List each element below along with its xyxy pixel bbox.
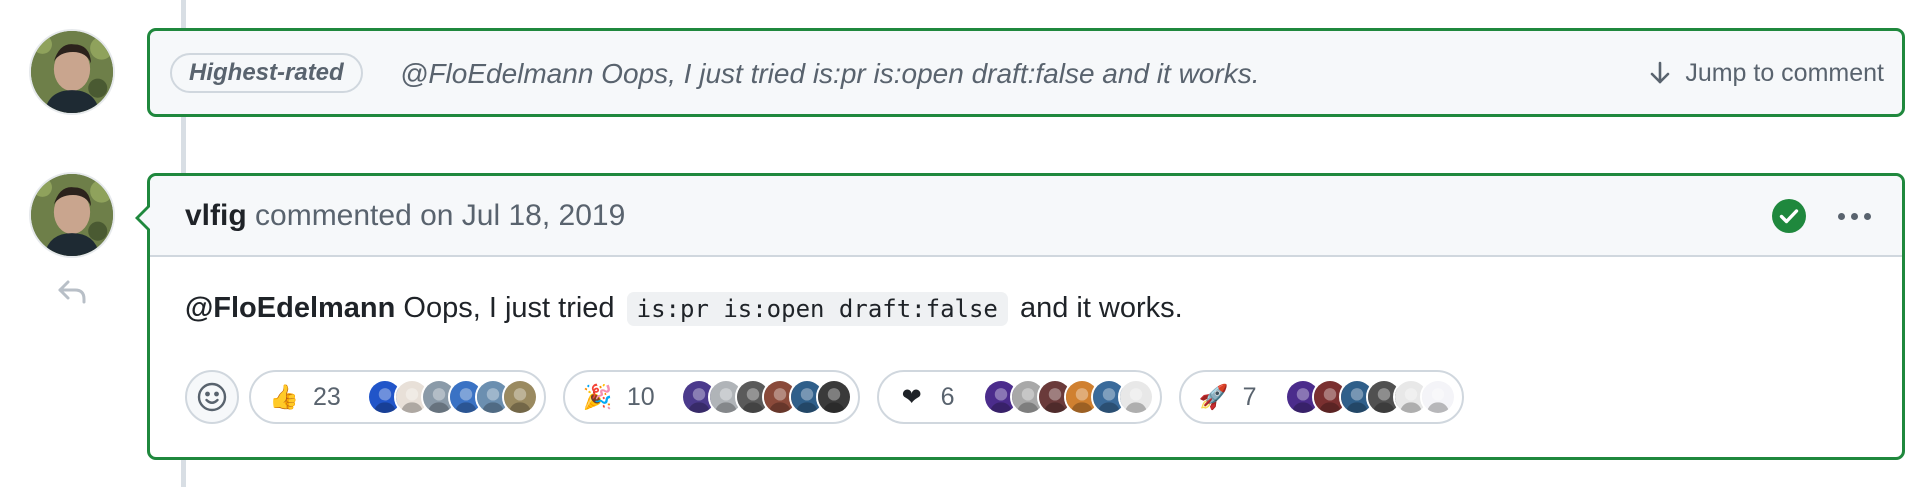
reaction-thumbs-up-button[interactable]: 👍 23 — [249, 370, 546, 424]
comment-header: vlfig commented on Jul 18, 2019 — [150, 176, 1902, 257]
user-mention-link[interactable]: @FloEdelmann — [185, 292, 395, 324]
reaction-hooray-button[interactable]: 🎉 10 — [562, 370, 860, 424]
hooray-emoji-icon: 🎉 — [582, 383, 613, 411]
reactor-avatars — [366, 379, 538, 415]
reactor-avatars — [982, 379, 1154, 415]
answer-check-icon — [1771, 198, 1807, 234]
reactions-bar: 👍 23 🎉 10 ❤ 6 🚀 7 — [185, 369, 1481, 425]
comment-author-link[interactable]: vlfig — [185, 199, 247, 232]
comment-preview: @FloEdelmann Oops, I just tried is:pr is… — [400, 58, 1260, 89]
reactor-avatar[interactable] — [501, 379, 538, 415]
heart-emoji-icon: ❤ — [901, 383, 922, 411]
kebab-dot — [1850, 212, 1858, 220]
reaction-heart-button[interactable]: ❤ 6 — [876, 370, 1162, 424]
highest-rated-banner[interactable]: Highest-rated @FloEdelmann Oops, I just … — [147, 28, 1905, 117]
reaction-count: 6 — [940, 382, 955, 411]
reactor-avatar[interactable] — [1117, 379, 1154, 415]
comment-box: vlfig commented on Jul 18, 2019 @FloEdel… — [147, 173, 1905, 460]
avatar[interactable] — [29, 29, 115, 115]
comment-body: @FloEdelmann Oops, I just tried is:pr is… — [185, 286, 1183, 331]
reaction-rocket-button[interactable]: 🚀 7 — [1178, 370, 1464, 424]
reaction-count: 7 — [1242, 382, 1257, 411]
jump-to-comment-label: Jump to comment — [1685, 58, 1884, 87]
comment-text: and it works. — [1019, 292, 1183, 324]
user-avatar-image — [31, 174, 113, 256]
comment-caret-fill — [139, 206, 151, 230]
arrow-down-icon — [1651, 61, 1670, 84]
smiley-icon — [197, 382, 227, 412]
reactor-avatar[interactable] — [1419, 379, 1456, 415]
highest-rated-badge: Highest-rated — [170, 53, 363, 93]
avatar[interactable] — [29, 172, 115, 258]
reactor-avatar[interactable] — [815, 379, 852, 415]
kebab-dot — [1837, 212, 1845, 220]
reaction-count: 10 — [626, 382, 655, 411]
comment-timestamp-link[interactable]: commented on Jul 18, 2019 — [255, 199, 625, 232]
thumbs-up-emoji-icon: 👍 — [269, 383, 299, 411]
add-reaction-button[interactable] — [185, 370, 239, 424]
reactor-avatars — [1284, 379, 1456, 415]
comment-header-text: vlfig commented on Jul 18, 2019 — [185, 196, 625, 236]
kebab-dot — [1863, 212, 1871, 220]
reactor-avatars — [680, 379, 852, 415]
inline-code: is:pr is:open draft:false — [626, 292, 1008, 326]
rocket-emoji-icon: 🚀 — [1198, 383, 1229, 411]
reply-icon — [56, 276, 88, 308]
user-avatar-image — [31, 31, 113, 113]
comment-text: Oops, I just tried — [403, 292, 615, 324]
jump-to-comment-link[interactable]: Jump to comment — [1647, 51, 1884, 95]
reaction-count: 23 — [313, 382, 341, 411]
more-options-button[interactable] — [1834, 198, 1874, 234]
